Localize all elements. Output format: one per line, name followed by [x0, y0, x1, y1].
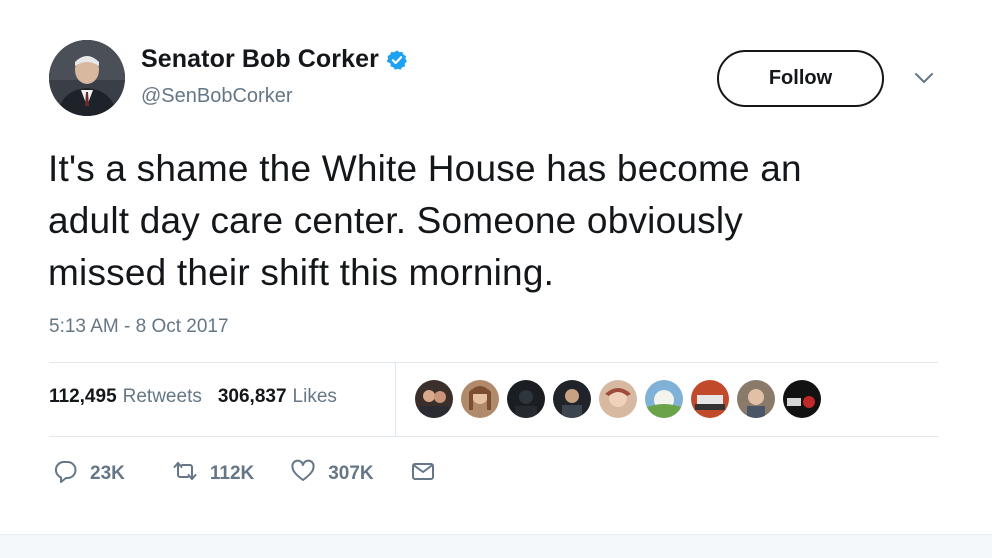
author-name-row: Senator Bob Corker — [141, 45, 408, 74]
retweets-count: 112,495 — [49, 386, 117, 407]
tweet-stats: 112,495 Retweets 306,837 Likes — [49, 386, 337, 408]
tweet-text-line: It's a shame the White House has become … — [48, 148, 802, 189]
like-button[interactable]: 307K — [290, 458, 374, 489]
vertical-divider — [395, 362, 396, 436]
retweets-stat[interactable]: 112,495 Retweets — [49, 386, 202, 408]
like-heart-icon — [290, 458, 316, 489]
divider — [49, 436, 938, 437]
direct-message-icon — [410, 458, 436, 489]
tweet-text: It's a shame the White House has become … — [48, 143, 948, 299]
liker-avatar[interactable] — [691, 380, 729, 418]
retweets-label: Retweets — [122, 386, 202, 407]
direct-message-button[interactable] — [410, 458, 436, 489]
verified-badge-icon — [386, 49, 408, 71]
author-handle[interactable]: @SenBobCorker — [141, 85, 292, 108]
tweet-timestamp[interactable]: 5:13 AM - 8 Oct 2017 — [49, 316, 229, 338]
liker-avatar[interactable] — [737, 380, 775, 418]
tweet-actions: 23K 112K 307K — [52, 458, 436, 489]
liker-avatar[interactable] — [783, 380, 821, 418]
liker-avatar[interactable] — [461, 380, 499, 418]
follow-button[interactable]: Follow — [717, 50, 884, 107]
likes-count: 306,837 — [217, 386, 287, 407]
author-avatar[interactable] — [49, 40, 125, 116]
like-count: 307K — [328, 462, 374, 484]
likes-label: Likes — [292, 386, 337, 407]
liker-avatar[interactable] — [553, 380, 591, 418]
retweet-count: 112K — [209, 462, 255, 484]
liker-avatar[interactable] — [415, 380, 453, 418]
author-display-name[interactable]: Senator Bob Corker — [141, 45, 379, 74]
divider — [49, 362, 938, 363]
page-bottom-strip — [0, 534, 992, 558]
liker-avatar[interactable] — [507, 380, 545, 418]
chevron-down-icon[interactable] — [913, 70, 935, 86]
tweet-text-line: missed their shift this morning. — [48, 252, 555, 293]
liker-avatar[interactable] — [599, 380, 637, 418]
tweet-text-line: adult day care center. Someone obviously — [48, 200, 743, 241]
liker-avatars — [415, 380, 829, 418]
likes-stat[interactable]: 306,837 Likes — [218, 386, 337, 408]
retweet-button[interactable]: 112K — [172, 458, 254, 489]
reply-count: 23K — [90, 462, 125, 484]
liker-avatar[interactable] — [645, 380, 683, 418]
reply-icon — [52, 458, 78, 489]
reply-button[interactable]: 23K — [52, 458, 125, 489]
retweet-icon — [172, 458, 198, 489]
